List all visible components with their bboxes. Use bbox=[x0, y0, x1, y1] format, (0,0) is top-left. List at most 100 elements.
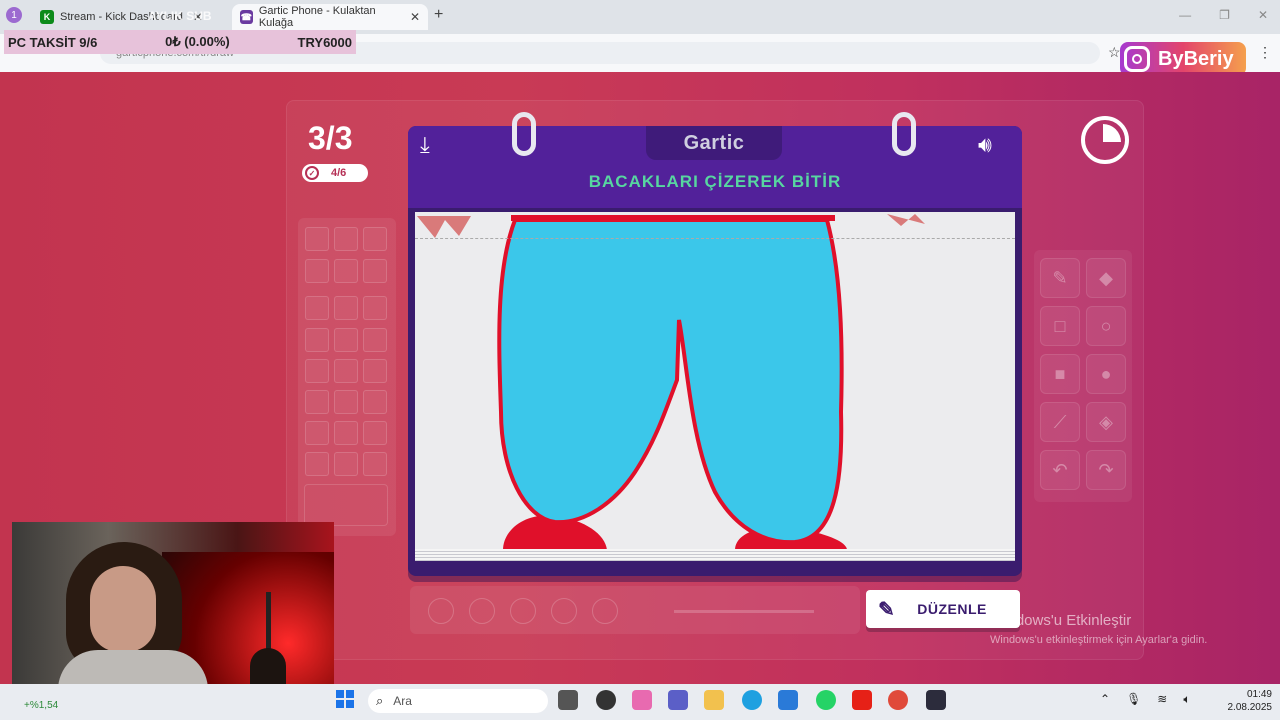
drawing-canvas[interactable] bbox=[415, 212, 1015, 550]
color-swatch[interactable] bbox=[334, 328, 358, 352]
color-swatch[interactable] bbox=[334, 390, 358, 414]
windows-start-icon[interactable] bbox=[336, 690, 354, 708]
color-swatch[interactable] bbox=[305, 227, 329, 251]
color-swatch[interactable] bbox=[334, 259, 358, 283]
stock-ticker[interactable]: +%1,54 bbox=[24, 700, 58, 711]
monthly-sub-label: AYLIK SUB bbox=[148, 9, 212, 23]
done-players-badge: ✓ 4/6 bbox=[302, 164, 368, 182]
kick-icon: K bbox=[40, 10, 54, 24]
obs-icon[interactable] bbox=[596, 690, 616, 710]
rectangle-fill-icon[interactable]: ■ bbox=[1040, 354, 1080, 394]
teams-icon[interactable] bbox=[668, 690, 688, 710]
streamer-webcam bbox=[12, 522, 334, 704]
whatsapp-icon[interactable] bbox=[816, 690, 836, 710]
done-count: 4/6 bbox=[331, 167, 347, 179]
clock-date: 2.08.2025 bbox=[1227, 702, 1273, 713]
brush-size-5[interactable] bbox=[592, 598, 618, 624]
color-swatch[interactable] bbox=[363, 452, 387, 476]
clock-time: 01:49 bbox=[1246, 689, 1272, 700]
edge-icon[interactable] bbox=[742, 690, 762, 710]
close-icon[interactable]: ✕ bbox=[410, 10, 420, 24]
color-swatch[interactable] bbox=[334, 296, 358, 320]
brush-size-3[interactable] bbox=[510, 598, 536, 624]
sketchbook-pages bbox=[415, 549, 1015, 561]
slider-track bbox=[674, 610, 814, 613]
pants bbox=[497, 218, 844, 545]
app-icon[interactable] bbox=[926, 690, 946, 710]
edit-button-label: DÜZENLE bbox=[917, 601, 987, 617]
color-swatch[interactable] bbox=[334, 421, 358, 445]
sound-icon[interactable]: 🔊︎ bbox=[978, 132, 992, 158]
color-swatch[interactable] bbox=[305, 328, 329, 352]
brush-size-2[interactable] bbox=[469, 598, 495, 624]
ellipse-fill-icon[interactable]: ● bbox=[1086, 354, 1126, 394]
drawing-task-title: BACAKLARI ÇİZEREK BİTİR bbox=[588, 172, 842, 191]
color-swatch[interactable] bbox=[305, 421, 329, 445]
color-swatch[interactable] bbox=[305, 390, 329, 414]
taskbar-search[interactable]: ⌕ Ara bbox=[368, 689, 548, 713]
pen-icon: ✎ bbox=[878, 598, 896, 621]
color-swatch[interactable] bbox=[363, 328, 387, 352]
goal-label: PC TAKSİT 9/6 bbox=[8, 34, 98, 50]
close-window-icon[interactable]: ✕ bbox=[1258, 8, 1268, 22]
color-swatch[interactable] bbox=[363, 227, 387, 251]
minimize-icon[interactable]: — bbox=[1179, 8, 1191, 22]
line-icon[interactable]: ⟋ bbox=[1040, 402, 1080, 442]
chevron-up-icon[interactable]: ⌃ bbox=[1100, 692, 1110, 707]
brush-size-1[interactable] bbox=[428, 598, 454, 624]
timer-icon bbox=[1081, 116, 1129, 164]
tab-gartic-phone[interactable]: ☎ Gartic Phone - Kulaktan Kulağa ✕ bbox=[232, 4, 428, 30]
undo-icon[interactable]: ↶ bbox=[1040, 450, 1080, 490]
color-swatch[interactable] bbox=[305, 259, 329, 283]
copilot-icon[interactable] bbox=[632, 690, 652, 710]
system-clock[interactable]: 01:49 2.08.2025 bbox=[1220, 688, 1273, 714]
color-swatch[interactable] bbox=[334, 452, 358, 476]
search-placeholder: Ara bbox=[393, 694, 412, 708]
pants-drawing bbox=[417, 214, 925, 550]
file-explorer-icon[interactable] bbox=[704, 690, 724, 710]
binder-ring bbox=[512, 112, 536, 156]
fill-bucket-icon[interactable]: ◈ bbox=[1086, 402, 1126, 442]
previous-drawing-fragment bbox=[887, 214, 925, 226]
color-swatch[interactable] bbox=[363, 259, 387, 283]
color-swatch[interactable] bbox=[363, 296, 387, 320]
chrome-icon[interactable] bbox=[888, 690, 908, 710]
search-icon: ⌕ bbox=[376, 693, 384, 708]
youtube-icon[interactable] bbox=[852, 690, 872, 710]
opacity-slider[interactable] bbox=[652, 598, 848, 624]
brush-size-4[interactable] bbox=[551, 598, 577, 624]
browser-menu-icon[interactable]: ⋮ bbox=[1258, 44, 1272, 61]
color-swatch[interactable] bbox=[363, 421, 387, 445]
round-counter: 3/3 bbox=[308, 120, 353, 156]
current-color-swatch[interactable] bbox=[304, 484, 388, 526]
color-swatch[interactable] bbox=[363, 359, 387, 383]
new-tab-button[interactable]: + bbox=[434, 6, 443, 24]
task-view-icon[interactable] bbox=[558, 690, 578, 710]
wifi-icon[interactable]: ≋ bbox=[1157, 692, 1167, 707]
restore-icon[interactable]: ❐ bbox=[1219, 8, 1230, 22]
microphone-icon[interactable]: 🎙︎ bbox=[1126, 692, 1141, 707]
color-swatch[interactable] bbox=[334, 227, 358, 251]
color-swatch[interactable] bbox=[305, 452, 329, 476]
bookmark-star-icon[interactable]: ☆ bbox=[1108, 44, 1121, 61]
store-icon[interactable] bbox=[778, 690, 798, 710]
redo-icon[interactable]: ↷ bbox=[1086, 450, 1126, 490]
color-swatch[interactable] bbox=[334, 359, 358, 383]
pencil-icon[interactable]: ✎ bbox=[1040, 258, 1080, 298]
color-swatch[interactable] bbox=[305, 296, 329, 320]
check-icon: ✓ bbox=[305, 166, 319, 180]
volume-icon[interactable]: 🔈︎ bbox=[1183, 692, 1190, 707]
tab-title: Gartic Phone - Kulaktan Kulağa bbox=[258, 5, 376, 29]
system-tray: ⌃ 🎙︎ ≋ 🔈︎ bbox=[1100, 692, 1191, 707]
color-swatch[interactable] bbox=[305, 359, 329, 383]
download-icon[interactable]: ⤓ bbox=[420, 132, 446, 158]
color-swatch[interactable] bbox=[363, 390, 387, 414]
binder-ring bbox=[892, 112, 916, 156]
tab-group-badge[interactable]: 1 bbox=[6, 7, 22, 23]
ellipse-outline-icon[interactable]: ○ bbox=[1086, 306, 1126, 346]
goal-target: TRY6000 bbox=[297, 34, 352, 50]
eraser-icon[interactable]: ◆ bbox=[1086, 258, 1126, 298]
gartic-logo: Gartic bbox=[646, 126, 782, 160]
rectangle-outline-icon[interactable]: □ bbox=[1040, 306, 1080, 346]
social-handle-overlay: ByBeriy bbox=[1120, 42, 1246, 76]
